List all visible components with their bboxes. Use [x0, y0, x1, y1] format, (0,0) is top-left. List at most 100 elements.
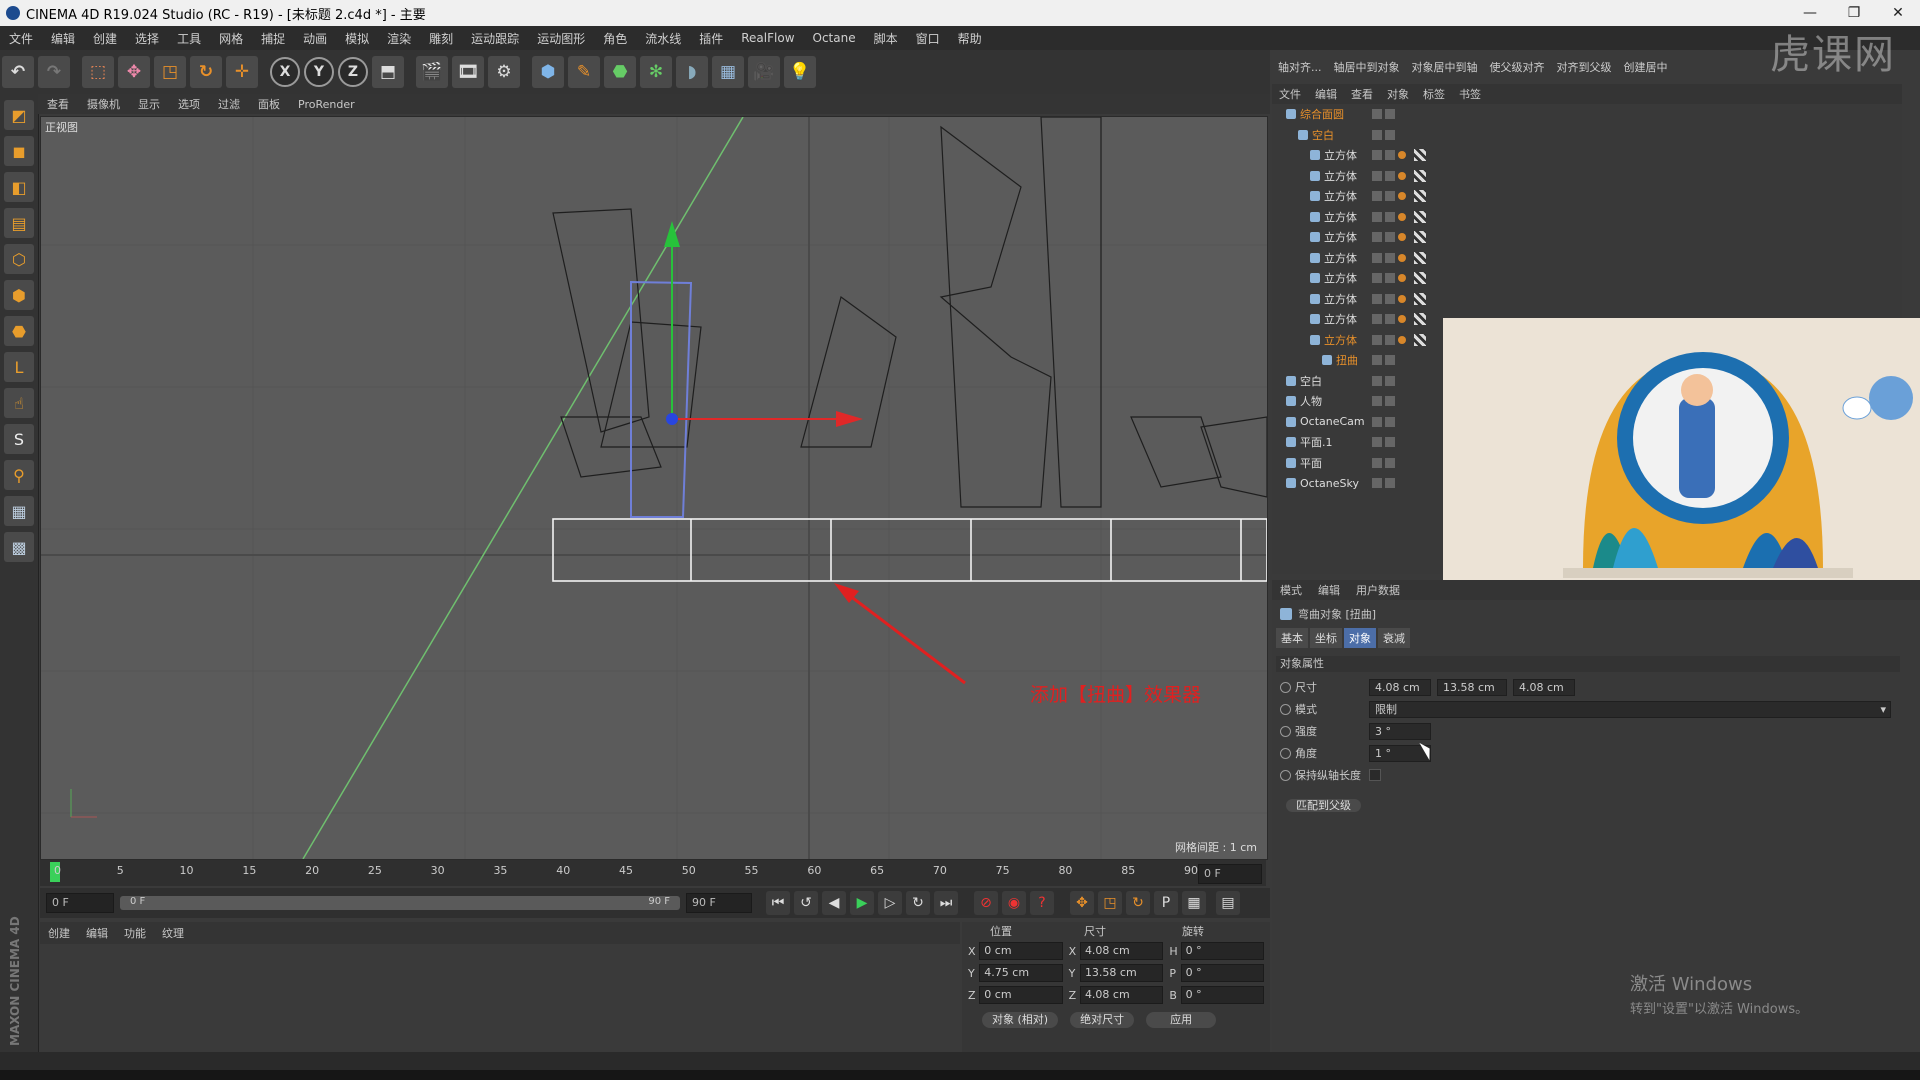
next-frame-icon[interactable]: ▷ — [878, 891, 902, 915]
menu-mesh[interactable]: 网格 — [210, 30, 252, 47]
coord-mode-dropdown[interactable]: 对象 (相对) — [982, 1012, 1059, 1028]
material-menu-function[interactable]: 功能 — [116, 925, 154, 941]
strength-radio[interactable] — [1280, 725, 1291, 737]
workplane-mode-icon[interactable]: ▤ — [4, 208, 34, 238]
move-icon[interactable]: ✥ — [118, 56, 150, 88]
object-row[interactable]: 综合面圆 — [1272, 104, 1902, 125]
object-row[interactable]: 立方体 — [1272, 186, 1902, 207]
visibility-toggles[interactable] — [1372, 478, 1395, 489]
points-mode-icon[interactable]: ⬡ — [4, 244, 34, 274]
key-rotation-icon[interactable]: ↻ — [1126, 891, 1150, 915]
axis-mode-icon[interactable]: L — [4, 352, 34, 382]
texture-tag-icon[interactable] — [1414, 149, 1426, 162]
object-row[interactable]: 立方体 — [1272, 166, 1902, 187]
menu-plugins[interactable]: 插件 — [690, 30, 732, 47]
visibility-toggles[interactable] — [1372, 396, 1395, 407]
record-icon[interactable]: ⊘ — [974, 891, 998, 915]
menu-snap[interactable]: 捕捉 — [252, 30, 294, 47]
size-x-input[interactable]: 4.08 cm — [1369, 678, 1431, 696]
model-mode-icon[interactable]: ◼ — [4, 136, 34, 166]
material-menu-edit[interactable]: 编辑 — [78, 925, 116, 941]
viewport-menu-filter[interactable]: 过滤 — [209, 96, 249, 112]
visibility-toggles[interactable] — [1372, 252, 1395, 263]
material-tag-icon[interactable] — [1398, 192, 1406, 201]
keep-length-checkbox[interactable] — [1369, 769, 1381, 781]
visibility-toggles[interactable] — [1372, 232, 1395, 243]
prev-key-icon[interactable]: ↺ — [794, 891, 818, 915]
timeline-ruler[interactable]: 0 5 10 15 20 25 30 35 40 45 50 55 60 65 70 75 80 85 90 0 F — [40, 860, 1266, 886]
cloner-icon[interactable]: ✻ — [640, 56, 672, 88]
size-y-field[interactable]: 13.58 cm — [1079, 964, 1164, 982]
visibility-toggles[interactable] — [1372, 129, 1395, 140]
tab-basic[interactable]: 基本 — [1276, 628, 1308, 648]
angle-radio[interactable] — [1280, 747, 1291, 759]
deformer-icon[interactable]: ◗ — [676, 56, 708, 88]
attr-menu-userdata[interactable]: 用户数据 — [1348, 582, 1408, 598]
menu-help[interactable]: 帮助 — [949, 30, 991, 47]
texture-tag-icon[interactable] — [1414, 313, 1426, 326]
menu-window[interactable]: 窗口 — [907, 30, 949, 47]
timeline-layout-icon[interactable]: ▤ — [1216, 891, 1240, 915]
grid-icon[interactable]: ▩ — [4, 532, 34, 562]
object-row[interactable]: 立方体 — [1272, 207, 1902, 228]
minimize-button[interactable]: — — [1788, 5, 1832, 21]
keep-length-radio[interactable] — [1280, 769, 1291, 781]
texture-tag-icon[interactable] — [1414, 292, 1426, 305]
object-row[interactable]: 立方体 — [1272, 268, 1902, 289]
viewport-menu-options[interactable]: 选项 — [169, 96, 209, 112]
size-y-input[interactable]: 13.58 cm — [1437, 678, 1507, 696]
play-icon[interactable]: ▶ — [850, 891, 874, 915]
maximize-button[interactable]: ❐ — [1832, 5, 1876, 21]
object-row[interactable]: 立方体 — [1272, 227, 1902, 248]
go-to-end-icon[interactable]: ⏭ — [934, 891, 958, 915]
align-parent-button[interactable]: 对齐到父级 — [1551, 59, 1618, 75]
obj-menu-file[interactable]: 文件 — [1272, 86, 1308, 102]
current-frame-field[interactable]: 0 F — [1198, 864, 1262, 884]
make-editable-icon[interactable]: ◩ — [4, 100, 34, 130]
edges-mode-icon[interactable]: ⬢ — [4, 280, 34, 310]
rotate-icon[interactable]: ↻ — [190, 56, 222, 88]
material-area[interactable] — [40, 944, 960, 1050]
render-settings-icon[interactable]: ⚙ — [488, 56, 520, 88]
menu-animate[interactable]: 动画 — [294, 30, 336, 47]
viewport-menu-panel[interactable]: 面板 — [249, 96, 289, 112]
apply-button[interactable]: 应用 — [1146, 1012, 1217, 1028]
texture-tag-icon[interactable] — [1414, 272, 1426, 285]
visibility-toggles[interactable] — [1372, 355, 1395, 366]
menu-edit[interactable]: 编辑 — [42, 30, 84, 47]
pos-z-field[interactable]: 0 cm — [979, 986, 1063, 1004]
attr-menu-mode[interactable]: 模式 — [1272, 582, 1310, 598]
menu-simulate[interactable]: 模拟 — [336, 30, 378, 47]
match-parent-button[interactable]: 匹配到父级 — [1286, 799, 1361, 812]
scale-icon[interactable]: ◳ — [154, 56, 186, 88]
material-menu-create[interactable]: 创建 — [40, 925, 78, 941]
texture-tag-icon[interactable] — [1414, 251, 1426, 264]
workplane-lock-icon[interactable]: ▦ — [4, 496, 34, 526]
texture-mode-icon[interactable]: ◧ — [4, 172, 34, 202]
close-button[interactable]: ✕ — [1876, 5, 1920, 21]
size-mode-dropdown[interactable]: 绝对尺寸 — [1070, 1012, 1135, 1028]
menu-motion-tracker[interactable]: 运动跟踪 — [462, 30, 528, 47]
menu-character[interactable]: 角色 — [594, 30, 636, 47]
material-tag-icon[interactable] — [1398, 151, 1406, 160]
object-row[interactable]: 立方体 — [1272, 289, 1902, 310]
x-axis-lock-icon[interactable]: X — [270, 57, 300, 87]
texture-tag-icon[interactable] — [1414, 333, 1426, 346]
render-picture-viewer-icon[interactable]: 🎞 — [452, 56, 484, 88]
material-tag-icon[interactable] — [1398, 171, 1406, 180]
menu-select[interactable]: 选择 — [126, 30, 168, 47]
texture-tag-icon[interactable] — [1414, 231, 1426, 244]
material-tag-icon[interactable] — [1398, 274, 1406, 283]
polygons-mode-icon[interactable]: ⬣ — [4, 316, 34, 346]
align-to-parent-button[interactable]: 使父级对齐 — [1484, 59, 1551, 75]
tweak-mode-icon[interactable]: ☝ — [4, 388, 34, 418]
visibility-toggles[interactable] — [1372, 314, 1395, 325]
mode-radio[interactable] — [1280, 703, 1291, 715]
material-tag-icon[interactable] — [1398, 294, 1406, 303]
create-center-button[interactable]: 创建居中 — [1618, 59, 1674, 75]
menu-sculpt[interactable]: 雕刻 — [420, 30, 462, 47]
texture-tag-icon[interactable] — [1414, 169, 1426, 182]
subdivision-icon[interactable]: ⬣ — [604, 56, 636, 88]
mode-dropdown[interactable]: 限制 ▾ — [1369, 700, 1891, 718]
texture-tag-icon[interactable] — [1414, 190, 1426, 203]
